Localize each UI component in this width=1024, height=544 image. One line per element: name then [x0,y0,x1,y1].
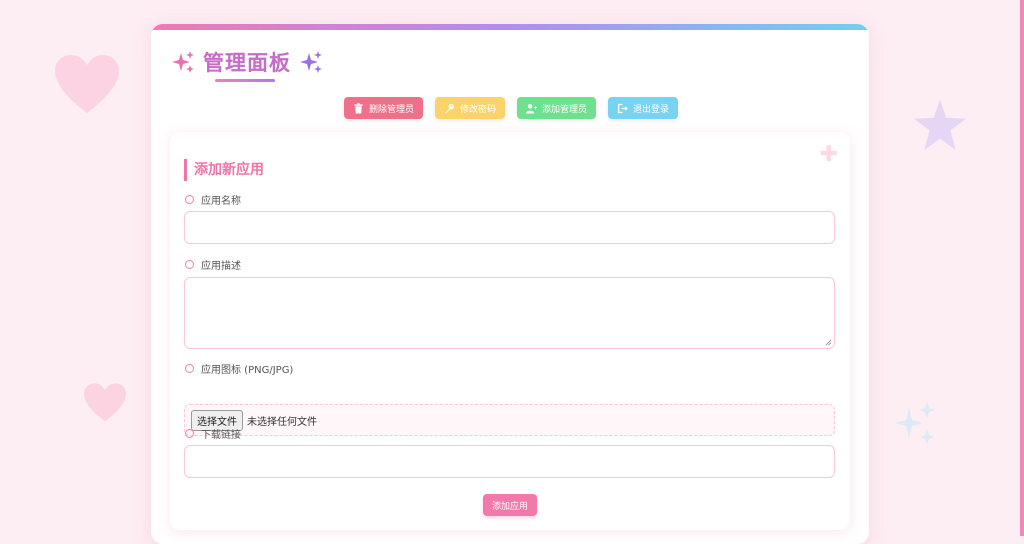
circle-icon [185,363,194,373]
app-icon-label-text: 应用图标 (PNG/JPG) [201,364,294,376]
delete-admin-label: 删除管理员 [369,104,415,115]
resize-grip-icon[interactable] [825,339,832,346]
gradient-topbar [151,24,869,30]
change-password-button[interactable]: 修改密码 [435,97,506,119]
app-name-label-text: 应用名称 [201,195,241,207]
user-plus-icon [526,103,538,114]
delete-admin-button[interactable]: 删除管理员 [344,97,424,119]
add-app-form: ✚ 添加新应用 应用名称 应用描述 应用图标 (PNG/JPG) 选择文件 未选… [170,132,850,530]
download-link-label-text: 下载链接 [201,429,241,441]
app-name-input[interactable] [184,211,835,244]
logout-button[interactable]: 退出登录 [608,97,679,119]
sparkle-decoration-icon [895,402,935,444]
sign-out-icon [617,103,629,113]
trash-icon [354,102,363,114]
scroll-edge-bar [1020,0,1024,536]
circle-icon [185,259,194,269]
heart-decoration-icon [84,383,126,422]
page-title-text: 管理面板 [203,51,291,75]
admin-toolbar: 删除管理员 修改密码 添加管理员 退出登录 [344,97,679,119]
section-title: 添加新应用 [184,159,264,181]
logout-label: 退出登录 [633,104,670,115]
app-name-label: 应用名称 [185,192,241,207]
download-link-input[interactable] [184,445,835,478]
app-icon-file-input: 选择文件 未选择任何文件 [184,404,835,436]
sparkles-icon [172,51,194,73]
circle-icon [185,194,194,204]
app-description-label-text: 应用描述 [201,260,241,272]
add-admin-label: 添加管理员 [542,104,588,115]
add-app-button[interactable]: 添加应用 [483,494,537,516]
circle-icon [185,428,194,438]
admin-panel: 管理面板 删除管理员 修改密码 添加管理员 退出登录 ✚ 添加新应用 应用名称 … [151,24,869,544]
key-icon [444,103,455,114]
change-password-label: 修改密码 [460,104,497,115]
sparkles-icon [300,51,322,73]
title-underline [215,79,275,82]
page-title: 管理面板 [171,46,323,78]
app-icon-label: 应用图标 (PNG/JPG) [185,361,294,376]
file-status-text: 未选择任何文件 [247,416,317,428]
download-link-label: 下载链接 [185,426,241,441]
heart-decoration-icon [55,55,119,113]
app-description-label: 应用描述 [185,257,241,272]
plus-decoration-icon: ✚ [819,142,838,167]
add-admin-button[interactable]: 添加管理员 [517,97,597,119]
app-description-textarea[interactable] [184,277,835,349]
star-decoration-icon [914,100,966,150]
